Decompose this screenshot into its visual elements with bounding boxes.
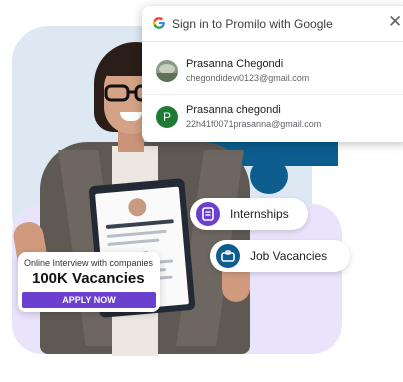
job-vacancies-chip[interactable]: Job Vacancies: [210, 240, 350, 272]
internships-chip[interactable]: Internships: [190, 198, 308, 230]
resume-line: [106, 229, 167, 239]
vacancy-card: Online Interview with companies 100K Vac…: [18, 252, 160, 312]
account-name: Prasanna Chegondi: [186, 58, 284, 70]
close-icon[interactable]: ✕: [388, 12, 402, 32]
briefcase-icon: [216, 244, 240, 268]
google-logo-icon: [152, 17, 165, 29]
vacancy-card-subtitle: Online Interview with companies: [24, 258, 154, 268]
popup-title: Sign in to Promilo with Google: [172, 17, 333, 31]
apply-now-button[interactable]: APPLY NOW: [22, 292, 156, 308]
account-divider: [142, 94, 403, 95]
internships-chip-label: Internships: [230, 207, 289, 221]
popup-divider: [142, 41, 403, 42]
job-vacancies-chip-label: Job Vacancies: [250, 249, 328, 263]
avatar: P: [156, 106, 178, 128]
avatar: [156, 60, 178, 82]
account-option[interactable]: P Prasanna chegondi 22h41f0071prasanna@g…: [142, 96, 403, 142]
resume-line: [107, 238, 160, 246]
vacancy-card-headline: 100K Vacancies: [32, 270, 145, 287]
puzzle-knob: [250, 158, 288, 194]
account-email: 22h41f0071prasanna@gmail.com: [186, 119, 322, 129]
resume-photo: [127, 197, 148, 217]
account-name: Prasanna chegondi: [186, 104, 281, 116]
document-icon: [196, 202, 220, 226]
account-option[interactable]: Prasanna Chegondi chegondidevi0123@gmail…: [142, 48, 403, 94]
account-email: chegondidevi0123@gmail.com: [186, 73, 310, 83]
google-signin-popup: Sign in to Promilo with Google ✕ Prasann…: [142, 6, 403, 142]
resume-line: [105, 219, 174, 230]
